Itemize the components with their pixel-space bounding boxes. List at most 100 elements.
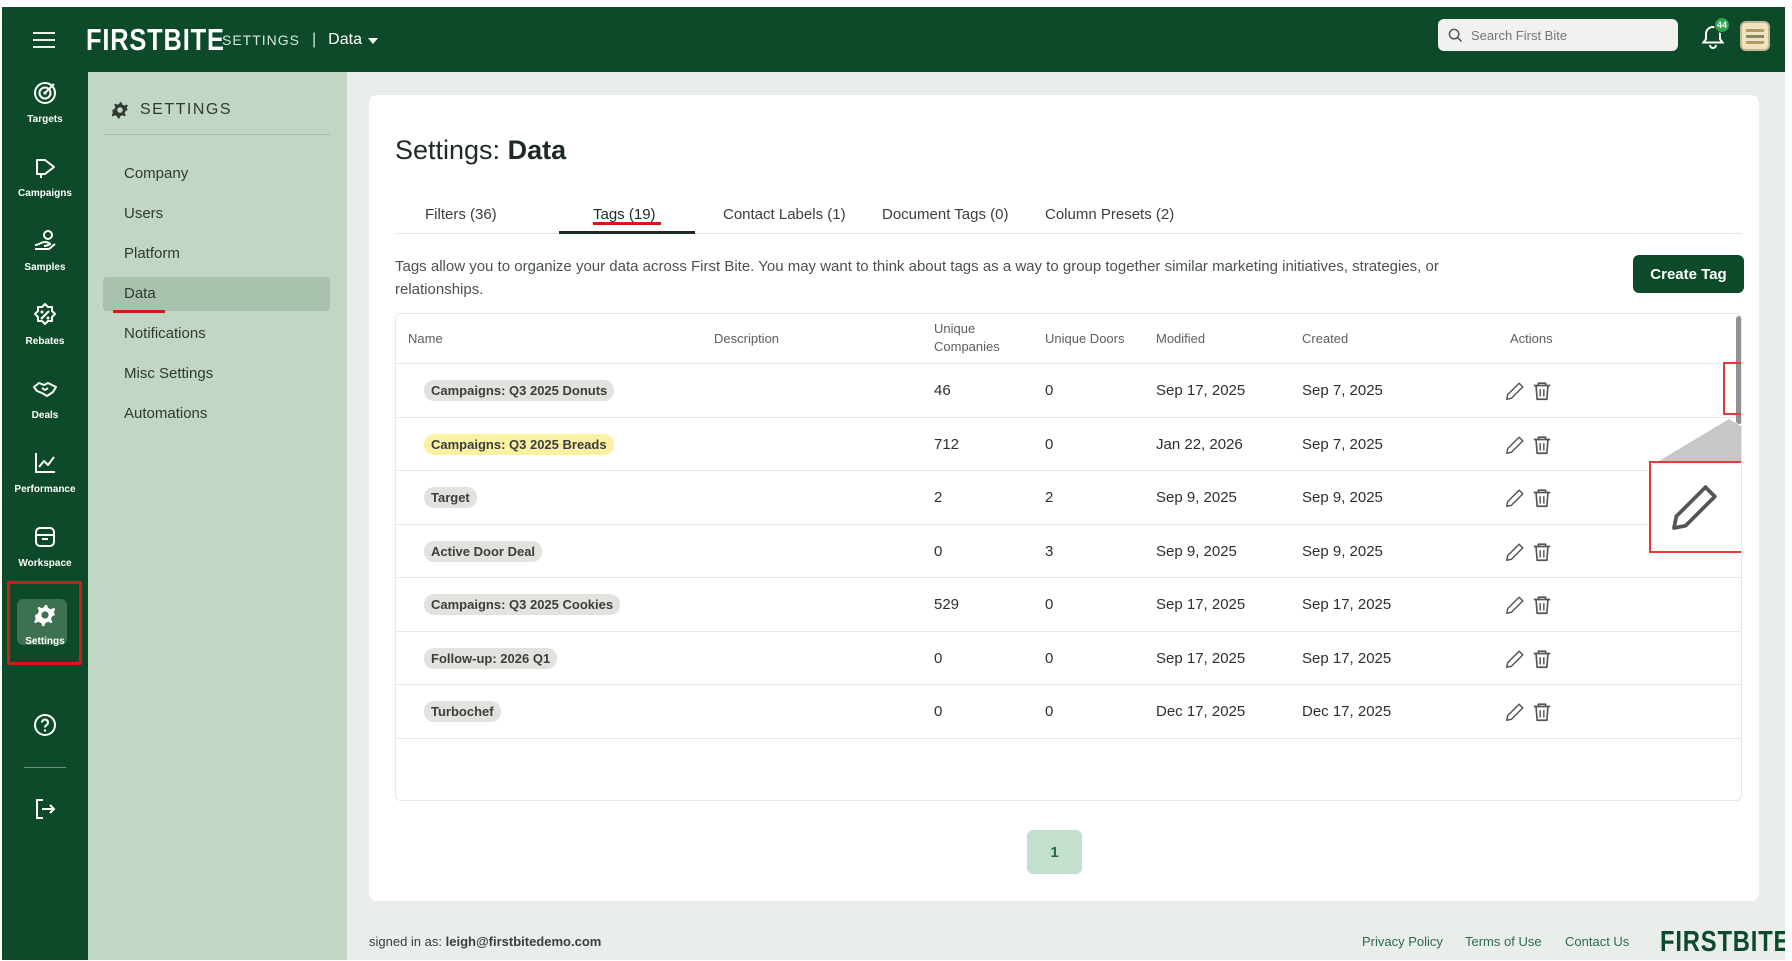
table-row[interactable]: Active Door Deal 0 3 Sep 9, 2025 Sep 9, 2025 — [396, 525, 1741, 579]
nav-workspace[interactable]: Workspace — [2, 524, 88, 569]
tag-name-cell-text[interactable]: Turbochef — [424, 701, 501, 723]
nav-rebates[interactable]: Rebates — [2, 302, 88, 347]
active-tab-highlight — [593, 222, 661, 225]
breadcrumb-separator: | — [312, 30, 317, 48]
tab-tags[interactable]: Tags (19) — [593, 206, 656, 223]
unique-companies-cell: 0 — [934, 685, 942, 739]
zoom-callout-pointer — [1659, 419, 1741, 461]
subnav-item-misc-settings[interactable]: Misc Settings — [124, 365, 213, 382]
nav-settings[interactable]: Settings — [2, 602, 88, 647]
search-input[interactable] — [1471, 27, 1661, 43]
unique-companies-cell: 2 — [934, 471, 942, 525]
tag-name-cell-text[interactable]: Follow-up: 2026 Q1 — [424, 647, 558, 669]
contact-us-link[interactable]: Contact Us — [1565, 934, 1629, 949]
breadcrumb-section[interactable]: SETTINGS — [222, 32, 300, 48]
created-cell: Sep 17, 2025 — [1302, 632, 1391, 686]
pencil-icon[interactable] — [1504, 434, 1526, 456]
unique-companies-cell: 0 — [934, 525, 942, 579]
search-box[interactable] — [1438, 19, 1678, 51]
col-created[interactable]: Created — [1302, 330, 1348, 348]
modified-cell-text: Sep 17, 2025 — [1156, 382, 1246, 400]
col-name[interactable]: Name — [408, 330, 443, 348]
gear-icon — [111, 102, 128, 119]
modified-cell-text: Sep 17, 2025 — [1156, 649, 1246, 667]
created-cell: Sep 9, 2025 — [1302, 525, 1383, 579]
trash-icon[interactable] — [1531, 380, 1553, 402]
table-row[interactable]: Campaigns: Q3 2025 Donuts 46 0 Sep 17, 2025… — [396, 364, 1741, 418]
trash-icon[interactable] — [1531, 541, 1553, 563]
pencil-icon[interactable] — [1504, 701, 1526, 723]
created-cell: Sep 9, 2025 — [1302, 471, 1383, 525]
unique-companies-cell-text: 529 — [934, 596, 960, 614]
trash-icon[interactable] — [1531, 594, 1553, 616]
col-unique-companies[interactable]: Unique Companies — [934, 320, 1014, 356]
trash-icon[interactable] — [1531, 648, 1553, 670]
nav-logout[interactable] — [2, 796, 88, 822]
tag-name-cell-text[interactable]: Target — [424, 487, 477, 509]
breadcrumb-page-dropdown[interactable]: Data — [328, 31, 378, 49]
pencil-icon[interactable] — [1504, 648, 1526, 670]
app-logo[interactable]: FIRSTBITE — [86, 22, 224, 58]
col-unique-doors[interactable]: Unique Doors — [1045, 330, 1125, 348]
caret-down-icon — [367, 37, 378, 44]
table-row[interactable]: Campaigns: Q3 2025 Breads 712 0 Jan 22, 202… — [396, 418, 1741, 472]
col-description[interactable]: Description — [714, 330, 779, 348]
unique-doors-cell-text: 2 — [1045, 489, 1054, 507]
modified-cell: Dec 17, 2025 — [1156, 685, 1245, 739]
table-row[interactable]: Target 2 2 Sep 9, 2025 Sep 9, 2025 — [396, 471, 1741, 525]
created-cell-text: Sep 7, 2025 — [1302, 435, 1383, 453]
modified-cell: Sep 17, 2025 — [1156, 364, 1245, 418]
nav-campaigns[interactable]: Campaigns — [2, 154, 88, 199]
unique-doors-cell-text: 0 — [1045, 703, 1054, 721]
footer-logo[interactable]: FIRSTBITE — [1660, 926, 1785, 959]
pencil-icon[interactable] — [1504, 594, 1526, 616]
footer: signed in as: leigh@firstbitedemo.com Pr… — [347, 925, 1785, 960]
create-tag-button[interactable]: Create Tag — [1633, 255, 1744, 293]
pagination-page-1[interactable]: 1 — [1027, 830, 1082, 874]
table-row[interactable]: Follow-up: 2026 Q1 0 0 Sep 17, 2025 Sep 17, … — [396, 632, 1741, 686]
col-modified[interactable]: Modified — [1156, 330, 1205, 348]
trash-icon[interactable] — [1531, 434, 1553, 456]
nav-label: Performance — [14, 484, 76, 495]
unique-companies-cell-text: 712 — [934, 435, 960, 453]
subnav-item-company[interactable]: Company — [124, 165, 188, 182]
subnav-item-users[interactable]: Users — [124, 205, 163, 222]
top-bar: FIRSTBITE SETTINGS | Data 44 — [2, 7, 1785, 72]
subnav-item-data[interactable]: Data — [124, 285, 156, 302]
tag-name-cell-text[interactable]: Active Door Deal — [424, 540, 543, 562]
tags-table: Name Description Unique Companies Unique… — [395, 313, 1742, 801]
gear-icon — [34, 605, 56, 627]
nav-samples[interactable]: Samples — [2, 228, 88, 273]
tab-document-tags[interactable]: Document Tags (0) — [882, 206, 1008, 223]
tag-name-cell-text[interactable]: Campaigns: Q3 2025 Donuts — [424, 380, 615, 402]
subnav-item-automations[interactable]: Automations — [124, 405, 207, 422]
avatar[interactable] — [1740, 21, 1770, 51]
tag-name-cell-text[interactable]: Campaigns: Q3 2025 Cookies — [424, 594, 621, 616]
nav-help[interactable] — [2, 712, 88, 738]
terms-of-use-link[interactable]: Terms of Use — [1465, 934, 1542, 949]
unique-doors-cell: 0 — [1045, 418, 1053, 472]
nav-targets[interactable]: Targets — [2, 80, 88, 125]
tag-name-cell-text[interactable]: Campaigns: Q3 2025 Breads — [424, 433, 614, 455]
modified-cell: Sep 9, 2025 — [1156, 525, 1237, 579]
subnav-item-platform[interactable]: Platform — [124, 245, 180, 262]
signed-in-email: leigh@firstbitedemo.com — [445, 934, 602, 949]
trash-icon[interactable] — [1531, 487, 1553, 509]
nav-performance[interactable]: Performance — [2, 450, 88, 495]
nav-deals[interactable]: Deals — [2, 376, 88, 421]
pencil-icon[interactable] — [1504, 487, 1526, 509]
help-icon — [34, 714, 56, 736]
tab-filters[interactable]: Filters (36) — [425, 206, 497, 223]
pencil-icon[interactable] — [1504, 541, 1526, 563]
pencil-icon[interactable] — [1504, 380, 1526, 402]
table-row[interactable]: Turbochef 0 0 Dec 17, 2025 Dec 17, 2025 — [396, 685, 1741, 739]
table-row[interactable]: Campaigns: Q3 2025 Cookies 529 0 Sep 17, 20… — [396, 578, 1741, 632]
tab-column-presets[interactable]: Column Presets (2) — [1045, 206, 1174, 223]
settings-subnav: SETTINGS Company Users Platform Data Not… — [88, 72, 347, 960]
trash-icon[interactable] — [1531, 701, 1553, 723]
privacy-policy-link[interactable]: Privacy Policy — [1362, 934, 1443, 949]
subnav-item-notifications[interactable]: Notifications — [124, 325, 206, 342]
tab-contact-labels[interactable]: Contact Labels (1) — [723, 206, 846, 223]
modified-cell-text: Jan 22, 2026 — [1156, 435, 1243, 453]
menu-icon[interactable] — [2, 31, 86, 49]
